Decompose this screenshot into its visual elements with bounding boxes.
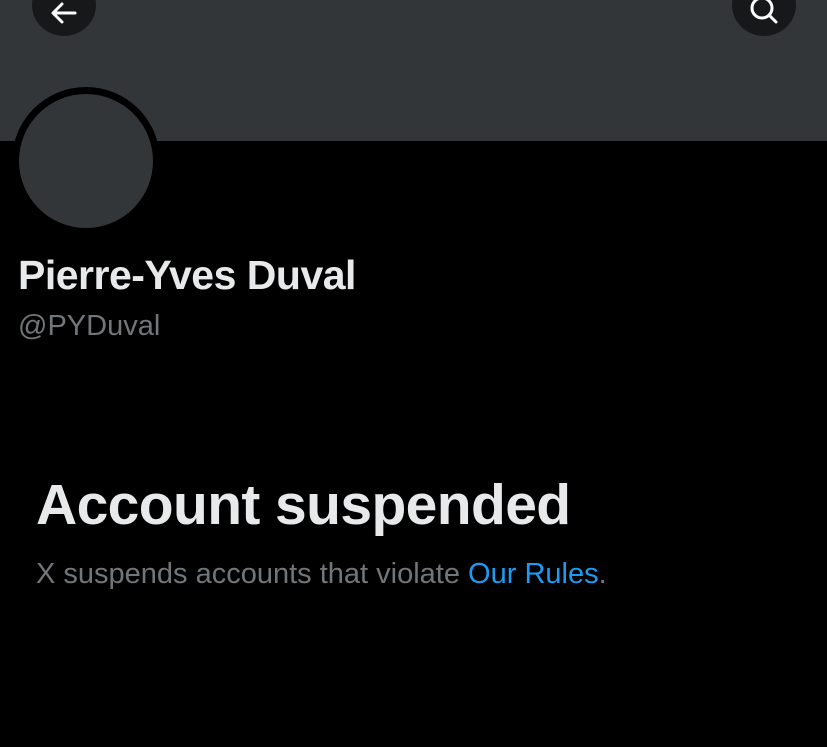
search-icon <box>749 0 779 24</box>
suspension-title: Account suspended <box>36 473 571 537</box>
suspension-description: X suspends accounts that violate Our Rul… <box>36 558 607 591</box>
avatar-frame <box>12 87 160 235</box>
suspension-description-text: X suspends accounts that violate <box>36 558 469 590</box>
user-handle: @PYDuval <box>18 310 161 342</box>
display-name: Pierre-Yves Duval <box>18 252 356 298</box>
suspension-description-period: . <box>598 558 607 590</box>
arrow-left-icon <box>51 2 77 24</box>
avatar[interactable] <box>19 94 153 228</box>
our-rules-link[interactable]: Our Rules <box>468 558 599 590</box>
profile-screen: Pierre-Yves Duval @PYDuval Account suspe… <box>0 0 827 747</box>
